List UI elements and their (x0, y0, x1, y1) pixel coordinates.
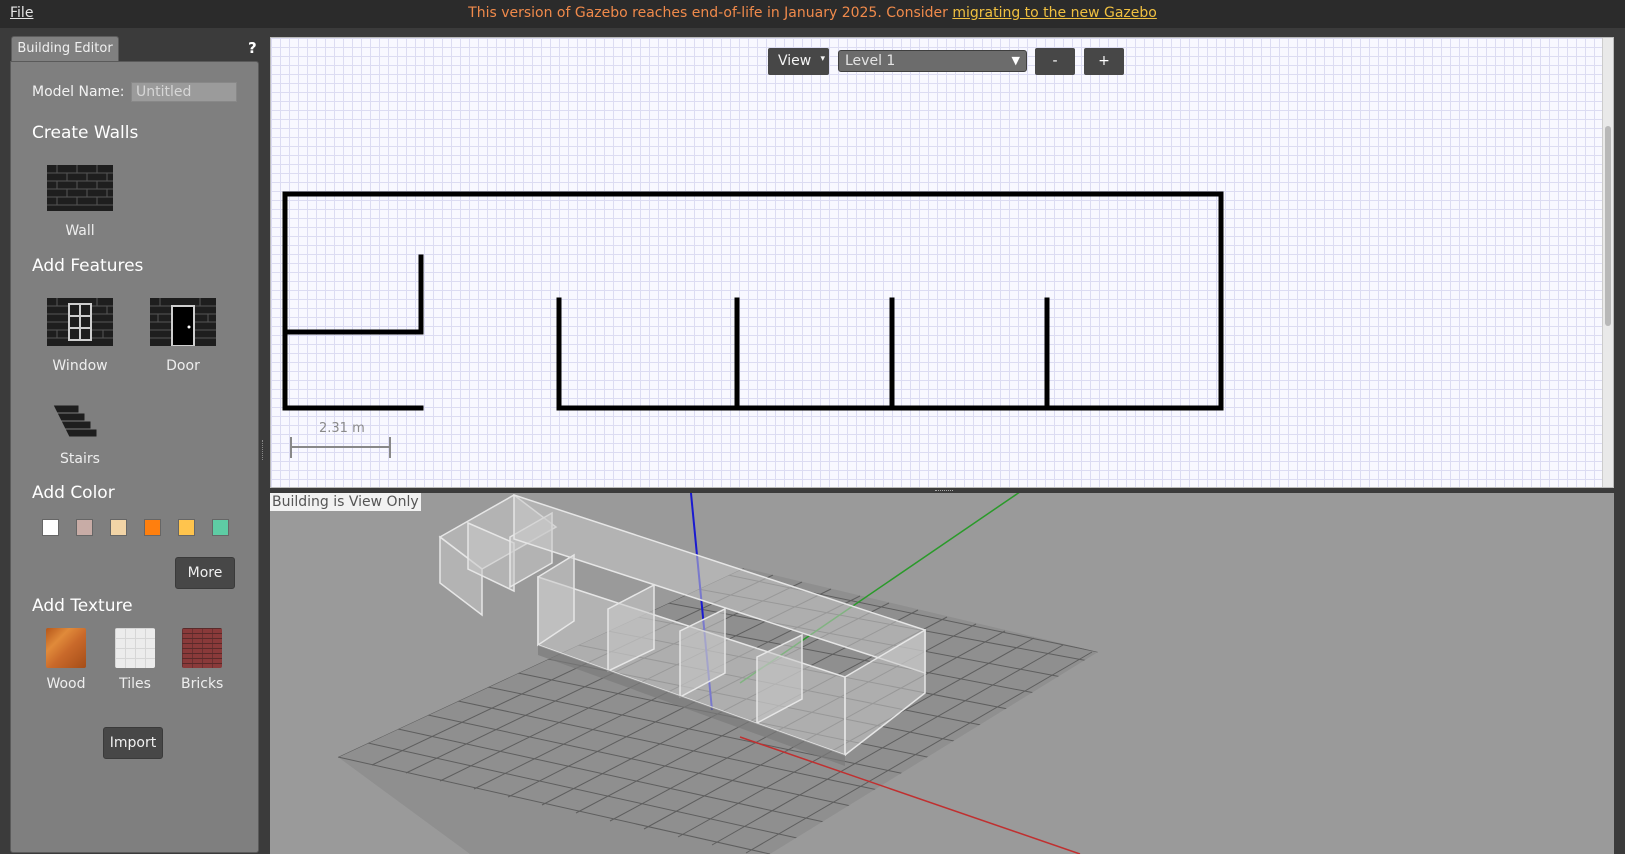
window-tool-button[interactable]: Window (46, 298, 114, 374)
color-swatch[interactable] (76, 519, 93, 536)
color-swatch[interactable] (42, 519, 59, 536)
more-colors-button[interactable]: More (175, 557, 235, 589)
scrollbar-thumb[interactable] (1605, 126, 1611, 326)
add-level-button[interactable]: + (1084, 48, 1124, 75)
wall-tool-button[interactable]: Wall (46, 165, 114, 239)
model-name-input[interactable]: Untitled (131, 82, 237, 102)
window-label: Window (52, 358, 108, 374)
model-name-label: Model Name: (32, 84, 125, 100)
building-3d-preview[interactable]: Building is View Only (270, 493, 1614, 854)
scale-bar (290, 437, 391, 458)
texture-bricks-button[interactable]: Bricks (181, 628, 223, 692)
menu-file[interactable]: File (10, 5, 33, 21)
stairs-label: Stairs (60, 451, 100, 467)
tab-building-editor[interactable]: Building Editor (11, 36, 119, 62)
tiles-texture-icon (115, 628, 155, 668)
wood-texture-icon (46, 628, 86, 668)
floorplan-2d-view[interactable]: 2.31 m View ▾ Level 1 ▼ - + (270, 37, 1614, 488)
door-label: Door (166, 358, 200, 374)
migrate-link[interactable]: migrating to the new Gazebo (952, 5, 1157, 21)
view-only-status: Building is View Only (270, 493, 421, 511)
texture-tiles-button[interactable]: Tiles (114, 628, 156, 692)
3d-scene (337, 493, 1098, 854)
color-swatch[interactable] (178, 519, 195, 536)
wall-label: Wall (65, 223, 95, 239)
wall-outer-left (282, 191, 1224, 411)
bricks-texture-icon (182, 628, 222, 668)
view-splitter-horizontal[interactable] (935, 490, 953, 492)
door-icon (150, 298, 216, 347)
create-walls-title: Create Walls (32, 123, 139, 143)
panel-splitter-vertical[interactable] (262, 440, 265, 460)
level-select-value: Level 1 (845, 53, 896, 69)
stairs-tool-button[interactable]: Stairs (46, 399, 114, 467)
scale-label: 2.31 m (319, 421, 365, 436)
texture-tiles-label: Tiles (119, 676, 151, 692)
view-menu-button[interactable]: View ▾ (768, 48, 829, 75)
wall-left-room (282, 254, 424, 335)
stairs-icon (52, 404, 98, 438)
color-swatch[interactable] (110, 519, 127, 536)
caret-down-icon: ▾ (820, 54, 825, 64)
add-texture-title: Add Texture (32, 596, 133, 616)
eol-banner: This version of Gazebo reaches end-of-li… (0, 5, 1625, 21)
top-menu-bar: This version of Gazebo reaches end-of-li… (0, 0, 1625, 28)
gazebo-building-editor-window: This version of Gazebo reaches end-of-li… (0, 0, 1625, 854)
color-swatch[interactable] (144, 519, 161, 536)
import-button[interactable]: Import (103, 727, 163, 759)
view-menu-label: View (778, 53, 812, 69)
remove-level-button[interactable]: - (1035, 48, 1075, 75)
texture-bricks-label: Bricks (181, 676, 224, 692)
add-features-title: Add Features (32, 256, 144, 276)
level-select[interactable]: Level 1 ▼ (838, 50, 1027, 72)
vertical-scrollbar[interactable] (1602, 38, 1613, 487)
add-color-title: Add Color (32, 483, 115, 503)
color-swatch[interactable] (212, 519, 229, 536)
eol-banner-text: This version of Gazebo reaches end-of-li… (468, 5, 953, 21)
chevron-down-icon: ▼ (1011, 54, 1020, 67)
help-icon[interactable]: ? (248, 39, 257, 57)
window-icon (47, 298, 113, 346)
door-tool-button[interactable]: Door (149, 298, 217, 374)
wall-icon (47, 165, 113, 211)
texture-wood-button[interactable]: Wood (45, 628, 87, 692)
texture-wood-label: Wood (46, 676, 86, 692)
floorplan-walls (282, 191, 1224, 458)
building-editor-palette: Model Name: Untitled Create Walls Wall A… (10, 61, 259, 853)
